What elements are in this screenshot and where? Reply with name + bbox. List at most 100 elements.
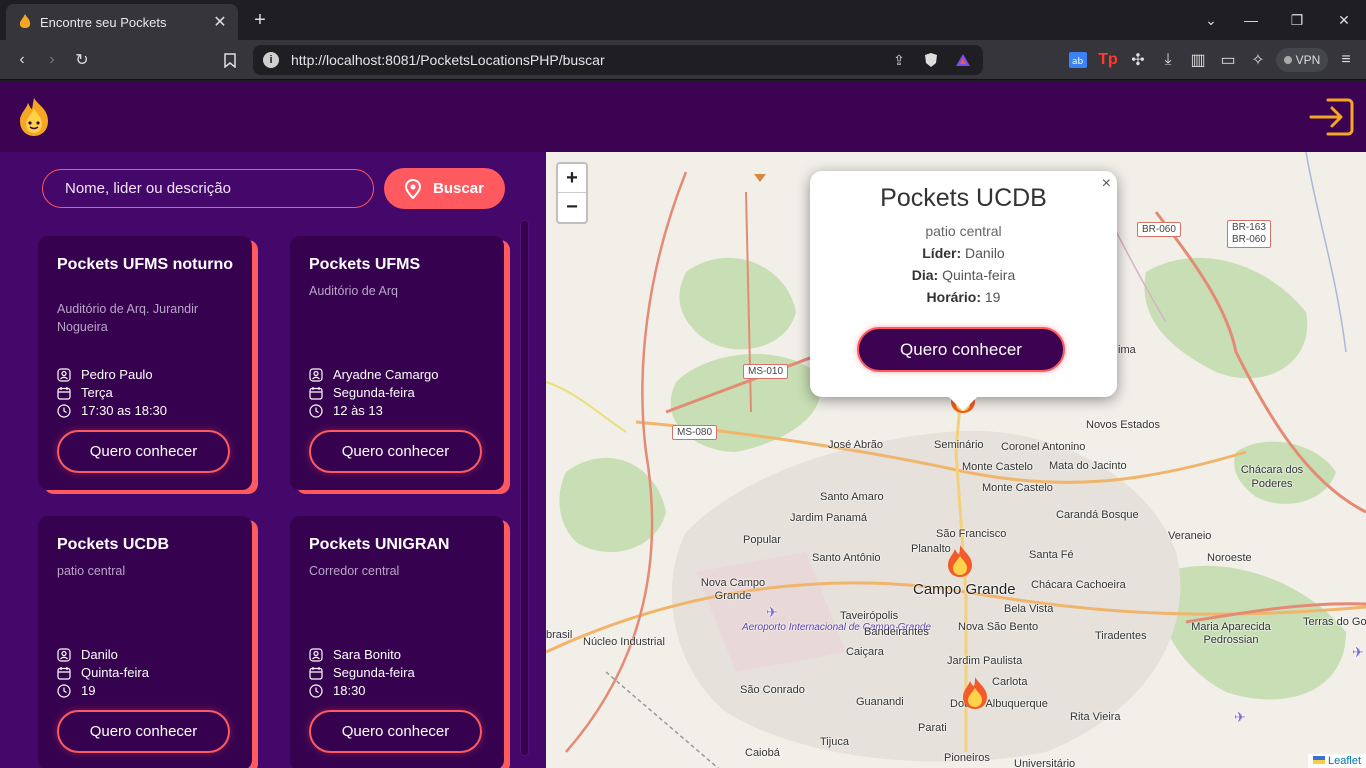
card-day: Terça: [57, 385, 113, 400]
map-label: Carlota: [992, 676, 1028, 688]
road-shield: MS-010: [743, 364, 789, 379]
reload-icon[interactable]: ↻: [70, 48, 94, 72]
airport-plane-icon: ✈: [1234, 709, 1246, 725]
card-title: Pockets UCDB: [57, 536, 170, 553]
popup-close-icon[interactable]: ×: [1102, 175, 1111, 193]
menu-icon[interactable]: ≡: [1334, 48, 1358, 72]
map-label: Monte Castelo: [962, 461, 1033, 473]
map-label: Nova São Bento: [958, 621, 1039, 633]
calendar-icon: [309, 666, 323, 680]
popup-day: Dia: Quinta-feira: [810, 267, 1117, 283]
card-leader: Sara Bonito: [309, 647, 401, 662]
results-scrollbar[interactable]: [520, 220, 529, 756]
card-time-text: 17:30 as 18:30: [81, 403, 168, 418]
pockets-logo-icon[interactable]: [18, 97, 50, 137]
map-label-city: Campo Grande: [913, 581, 1016, 598]
pocket-marker-icon[interactable]: [961, 676, 989, 710]
card-time: 12 às 13: [309, 403, 383, 418]
minimize-icon[interactable]: —: [1237, 6, 1265, 34]
zoom-out-button[interactable]: −: [558, 193, 586, 222]
extension-translate-icon[interactable]: ab: [1066, 48, 1090, 72]
card-leader: Pedro Paulo: [57, 367, 153, 382]
popup-know-button[interactable]: Quero conhecer: [857, 327, 1065, 372]
map-label: Noroeste: [1207, 552, 1252, 564]
card-time: 18:30: [309, 683, 366, 698]
card-know-button[interactable]: Quero conhecer: [57, 710, 230, 753]
map-label: Bandeirantes: [864, 626, 929, 638]
vpn-button[interactable]: VPN: [1276, 48, 1328, 72]
card-leader: Danilo: [57, 647, 118, 662]
popup-time: Horário: 19: [810, 289, 1117, 305]
map-label: Terras do Go: [1303, 616, 1366, 628]
leo-ai-icon[interactable]: ✧: [1246, 48, 1270, 72]
brave-rewards-icon[interactable]: [951, 48, 975, 72]
brave-shields-icon[interactable]: [919, 48, 943, 72]
tab-close-icon[interactable]: ✕: [208, 10, 232, 34]
wallet-icon[interactable]: ▭: [1216, 48, 1240, 72]
svg-text:ab: ab: [1072, 57, 1084, 67]
extension-tp-icon[interactable]: Tp: [1096, 48, 1120, 72]
map-label: Santa Fé: [1029, 549, 1074, 561]
results-panel: Nome, lider ou descrição Buscar Pockets …: [0, 152, 546, 768]
card-time: 17:30 as 18:30: [57, 403, 167, 418]
airport-plane-icon: ✈: [766, 604, 778, 620]
card-description: Auditório de Arq: [309, 284, 398, 298]
browser-tab[interactable]: Encontre seu Pockets ✕: [6, 4, 238, 40]
forward-icon[interactable]: ›: [40, 48, 64, 72]
location-pin-icon: [405, 178, 422, 199]
card-know-button[interactable]: Quero conhecer: [57, 430, 230, 473]
map-label: Caiobá: [745, 747, 780, 759]
person-icon: [57, 647, 71, 662]
popup-day-value: Quinta-feira: [942, 267, 1016, 283]
search-button[interactable]: Buscar: [384, 168, 505, 209]
map-label: Rita Vieira: [1070, 711, 1121, 723]
attribution-link[interactable]: Leaflet: [1328, 755, 1361, 767]
back-icon[interactable]: ‹: [10, 48, 34, 72]
pocket-card: Pockets UNIGRAN Corredor central Sara Bo…: [290, 516, 504, 768]
card-know-button[interactable]: Quero conhecer: [309, 430, 482, 473]
restore-icon[interactable]: ❐: [1283, 6, 1311, 34]
zoom-in-button[interactable]: +: [558, 164, 586, 193]
map-label: Núcleo Industrial: [583, 636, 665, 648]
calendar-icon: [309, 386, 323, 400]
url-text[interactable]: http://localhost:8081/PocketsLocationsPH…: [291, 52, 887, 68]
browser-toolbar: ‹ › ↻ i http://localhost:8081/PocketsLoc…: [0, 40, 1366, 80]
card-leader-name: Aryadne Camargo: [333, 367, 439, 382]
tab-search-chevron-icon[interactable]: ⌄: [1197, 6, 1225, 34]
card-description: Corredor central: [309, 564, 400, 578]
map-label: Coronel Antonino: [1001, 441, 1086, 453]
site-header: [0, 81, 1366, 152]
close-window-icon[interactable]: ✕: [1330, 6, 1358, 34]
map-attribution[interactable]: Leaflet: [1307, 754, 1366, 768]
road-shield: BR-060: [1137, 222, 1181, 237]
airport-plane-icon: ✈: [1352, 644, 1364, 660]
card-title: Pockets UNIGRAN: [309, 536, 450, 553]
search-input[interactable]: Nome, lider ou descrição: [42, 169, 374, 208]
zoom-control: + −: [556, 162, 588, 224]
card-leader-name: Pedro Paulo: [81, 367, 153, 382]
bookmark-icon[interactable]: [218, 48, 242, 72]
popup-day-label: Dia:: [911, 267, 939, 283]
map[interactable]: + − MS-010 MS-080 BR-060 BR-163 BR-060 Jo…: [546, 152, 1366, 768]
map-label: Jardim Paulista: [947, 655, 1023, 667]
downloads-icon[interactable]: ⤓: [1156, 48, 1180, 72]
calendar-icon: [57, 386, 71, 400]
map-label: Santo Amaro: [820, 491, 884, 503]
popup-leader-value: Danilo: [965, 245, 1005, 261]
address-bar[interactable]: i http://localhost:8081/PocketsLocations…: [253, 45, 983, 75]
site-info-icon[interactable]: i: [263, 52, 279, 68]
clock-icon: [309, 683, 323, 698]
card-know-button[interactable]: Quero conhecer: [309, 710, 482, 753]
new-tab-icon[interactable]: +: [248, 8, 272, 32]
map-label-text: Nova Campo Grande: [700, 577, 766, 602]
map-label: Veraneio: [1168, 530, 1212, 542]
ukraine-flag-icon: [1312, 756, 1325, 764]
login-icon[interactable]: [1308, 96, 1356, 138]
sidebar-icon[interactable]: ▥: [1186, 48, 1210, 72]
search-button-label: Buscar: [433, 180, 484, 197]
share-icon[interactable]: ⇪: [887, 48, 911, 72]
map-label: Santo Antônio: [812, 552, 881, 564]
extensions-icon[interactable]: ✣: [1126, 48, 1150, 72]
marker-popup: × Pockets UCDB patio central Líder: Dani…: [810, 171, 1117, 412]
pocket-marker-icon[interactable]: [946, 544, 974, 578]
